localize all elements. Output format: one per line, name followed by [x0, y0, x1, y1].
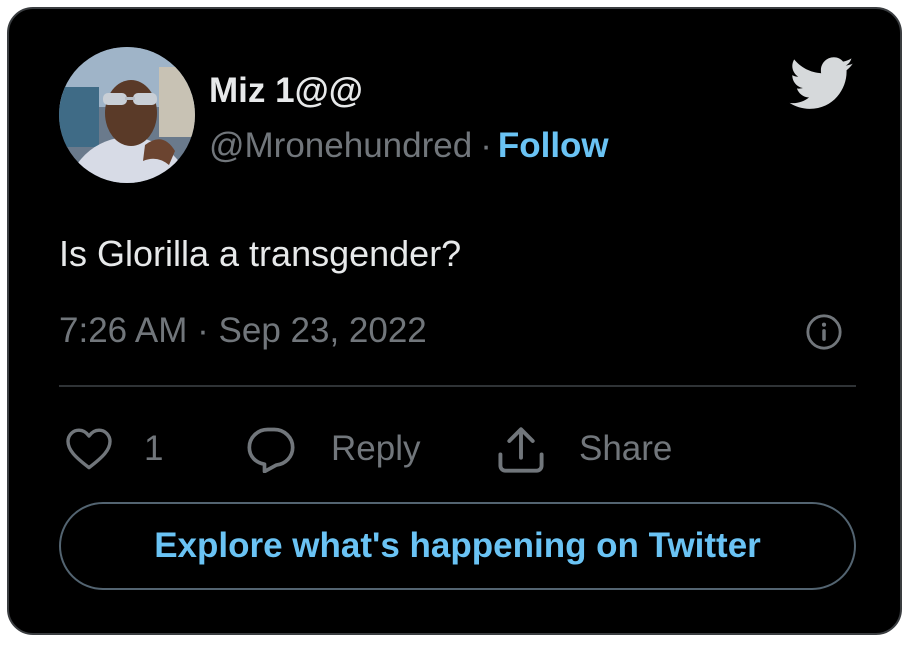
speech-bubble-icon — [247, 427, 295, 473]
like-button[interactable]: 1 — [64, 421, 163, 477]
reply-label: Reply — [331, 429, 421, 468]
share-button[interactable]: Share — [495, 421, 672, 477]
avatar[interactable] — [59, 47, 195, 183]
avatar-photo — [59, 47, 195, 183]
follow-button[interactable]: Follow — [498, 126, 609, 165]
tweet-card: Miz 1@@ @Mronehundred · Follow Is Glorilla… — [7, 7, 902, 635]
divider — [59, 385, 856, 387]
author-handle[interactable]: @Mronehundred — [209, 126, 472, 165]
share-upload-icon — [498, 427, 544, 473]
separator-dot: · — [480, 126, 492, 165]
tweet-text: Is Glorilla a transgender? — [59, 233, 462, 274]
twitter-bird-icon[interactable] — [789, 57, 855, 111]
reply-button[interactable]: Reply — [245, 421, 420, 477]
like-count: 1 — [144, 429, 164, 468]
tweet-timestamp[interactable]: 7:26 AM · Sep 23, 2022 — [59, 309, 427, 353]
explore-twitter-button[interactable]: Explore what's happening on Twitter — [59, 502, 856, 590]
heart-icon — [66, 428, 112, 470]
info-icon[interactable] — [805, 313, 843, 351]
share-label: Share — [579, 429, 673, 468]
author-handle-row: @Mronehundred · Follow — [209, 124, 609, 168]
author-display-name[interactable]: Miz 1@@ — [209, 69, 363, 113]
